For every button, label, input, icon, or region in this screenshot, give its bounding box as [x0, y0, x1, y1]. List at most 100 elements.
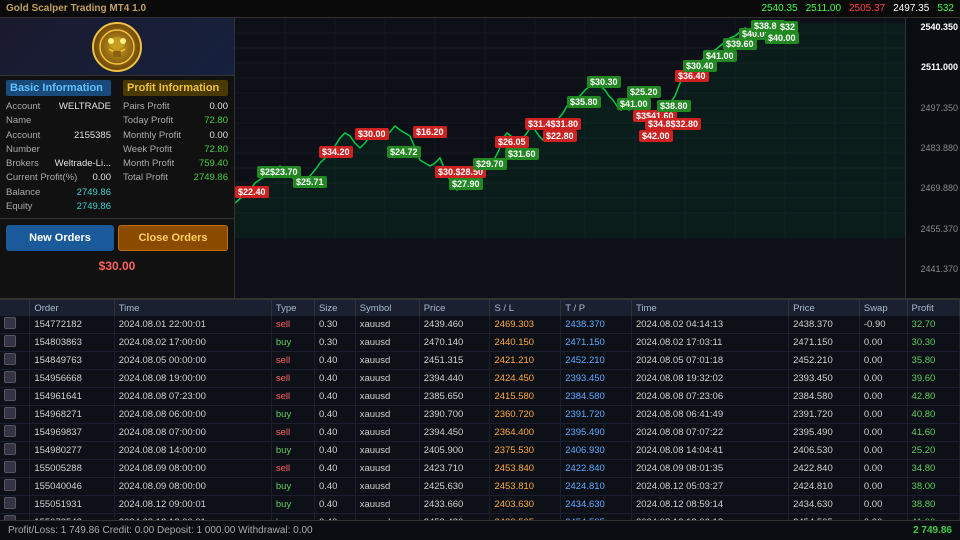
col-swap: Swap: [859, 300, 907, 316]
row-order: 154956668: [30, 370, 114, 388]
row-open-time: 2024.08.08 14:00:00: [114, 442, 271, 460]
row-size: 0.40: [314, 496, 355, 514]
month-profit-row: Month Profit 759.40: [123, 157, 228, 171]
row-close-time: 2024.08.08 07:07:22: [631, 424, 788, 442]
col-sl: S / L: [490, 300, 561, 316]
row-profit: 41.60: [907, 424, 959, 442]
row-type: buy: [271, 406, 314, 424]
table-row[interactable]: 155051931 2024.08.12 09:00:01 buy 0.40 x…: [0, 496, 960, 514]
row-symbol: xauusd: [355, 316, 419, 334]
axis-price: 2469.880: [908, 183, 958, 193]
row-symbol: xauusd: [355, 496, 419, 514]
row-symbol: xauusd: [355, 460, 419, 478]
row-profit: 40.80: [907, 406, 959, 424]
row-type: buy: [271, 334, 314, 352]
row-sl: 2469.303: [490, 316, 561, 334]
profit-info-header: Profit Information: [123, 80, 228, 96]
row-profit: 34.80: [907, 460, 959, 478]
row-size: 0.30: [314, 316, 355, 334]
row-icon: [0, 406, 30, 424]
row-size: 0.40: [314, 460, 355, 478]
row-open-time: 2024.08.02 17:00:00: [114, 334, 271, 352]
close-orders-button[interactable]: Close Orders: [118, 225, 228, 251]
row-tp: 2438.370: [561, 316, 632, 334]
table-row[interactable]: 154968271 2024.08.08 06:00:00 buy 0.40 x…: [0, 406, 960, 424]
row-swap: 0.00: [859, 334, 907, 352]
row-swap: 0.00: [859, 406, 907, 424]
row-sl: 2424.450: [490, 370, 561, 388]
row-tp: 2424.810: [561, 478, 632, 496]
axis-price: 2441.370: [908, 264, 958, 274]
row-close-time: 2024.08.08 06:41:49: [631, 406, 788, 424]
row-open-price: 2425.630: [419, 478, 490, 496]
row-open-time: 2024.08.08 07:00:00: [114, 424, 271, 442]
row-close-time: 2024.08.12 08:59:14: [631, 496, 788, 514]
row-size: 0.40: [314, 406, 355, 424]
row-size: 0.40: [314, 370, 355, 388]
price-5: 532: [937, 3, 954, 14]
row-order: 155051931: [30, 496, 114, 514]
row-tp: 2422.840: [561, 460, 632, 478]
row-size: 0.40: [314, 424, 355, 442]
row-symbol: xauusd: [355, 442, 419, 460]
row-symbol: xauusd: [355, 334, 419, 352]
row-icon: [0, 388, 30, 406]
row-symbol: xauusd: [355, 370, 419, 388]
row-tp: 2395.490: [561, 424, 632, 442]
row-icon: [0, 478, 30, 496]
row-type: sell: [271, 424, 314, 442]
col-icon: [0, 300, 30, 316]
table-row[interactable]: 154980277 2024.08.08 14:00:00 buy 0.40 x…: [0, 442, 960, 460]
row-sl: 2440.150: [490, 334, 561, 352]
today-profit-row: Today Profit 72.80: [123, 114, 228, 128]
row-icon: [0, 316, 30, 334]
table-row[interactable]: 154772182 2024.08.01 22:00:01 sell 0.30 …: [0, 316, 960, 334]
row-type: buy: [271, 478, 314, 496]
row-type: sell: [271, 352, 314, 370]
app-title: Gold Scalper Trading MT4 1.0: [6, 3, 146, 14]
row-swap: 0.00: [859, 478, 907, 496]
row-tp: 2471.150: [561, 334, 632, 352]
axis-price: 2483.880: [908, 143, 958, 153]
week-profit-row: Week Profit 72.80: [123, 143, 228, 157]
table-row[interactable]: 155005288 2024.08.09 08:00:00 sell 0.40 …: [0, 460, 960, 478]
new-orders-button[interactable]: New Orders: [6, 225, 114, 251]
row-open-time: 2024.08.08 07:23:00: [114, 388, 271, 406]
axis-price: 2511.000: [908, 62, 958, 72]
row-symbol: xauusd: [355, 424, 419, 442]
col-open-price: Price: [419, 300, 490, 316]
row-size: 0.40: [314, 388, 355, 406]
table-row[interactable]: 154956668 2024.08.08 19:00:00 sell 0.40 …: [0, 370, 960, 388]
row-type: sell: [271, 388, 314, 406]
row-open-price: 2423.710: [419, 460, 490, 478]
row-close-time: 2024.08.02 17:03:11: [631, 334, 788, 352]
row-close-time: 2024.08.09 08:01:35: [631, 460, 788, 478]
row-open-price: 2390.700: [419, 406, 490, 424]
row-order: 154968271: [30, 406, 114, 424]
total-profit-row: Total Profit 2749.86: [123, 171, 228, 185]
col-size: Size: [314, 300, 355, 316]
table-row[interactable]: 154961641 2024.08.08 07:23:00 sell 0.40 …: [0, 388, 960, 406]
row-swap: 0.00: [859, 442, 907, 460]
monthly-profit-row: Monthly Profit 0.00: [123, 129, 228, 143]
table-row[interactable]: 154849763 2024.08.05 00:00:00 sell 0.40 …: [0, 352, 960, 370]
row-open-price: 2394.450: [419, 424, 490, 442]
row-tp: 2452.210: [561, 352, 632, 370]
row-symbol: xauusd: [355, 478, 419, 496]
row-symbol: xauusd: [355, 406, 419, 424]
row-order: 155005288: [30, 460, 114, 478]
row-sl: 2421.210: [490, 352, 561, 370]
table-row[interactable]: 154969837 2024.08.08 07:00:00 sell 0.40 …: [0, 424, 960, 442]
row-type: sell: [271, 460, 314, 478]
col-tp: T / P: [561, 300, 632, 316]
row-open-price: 2470.140: [419, 334, 490, 352]
row-close-time: 2024.08.05 07:01:18: [631, 352, 788, 370]
row-close-price: 2434.630: [789, 496, 860, 514]
row-type: buy: [271, 496, 314, 514]
row-swap: 0.00: [859, 460, 907, 478]
table-row[interactable]: 155040046 2024.08.09 08:00:00 buy 0.40 x…: [0, 478, 960, 496]
brokers-row: Brokers Weltrade-Li...: [6, 157, 111, 171]
table-scroll[interactable]: Order Time Type Size Symbol Price S / L …: [0, 300, 960, 520]
axis-price: 2455.370: [908, 224, 958, 234]
table-row[interactable]: 154803863 2024.08.02 17:00:00 buy 0.30 x…: [0, 334, 960, 352]
